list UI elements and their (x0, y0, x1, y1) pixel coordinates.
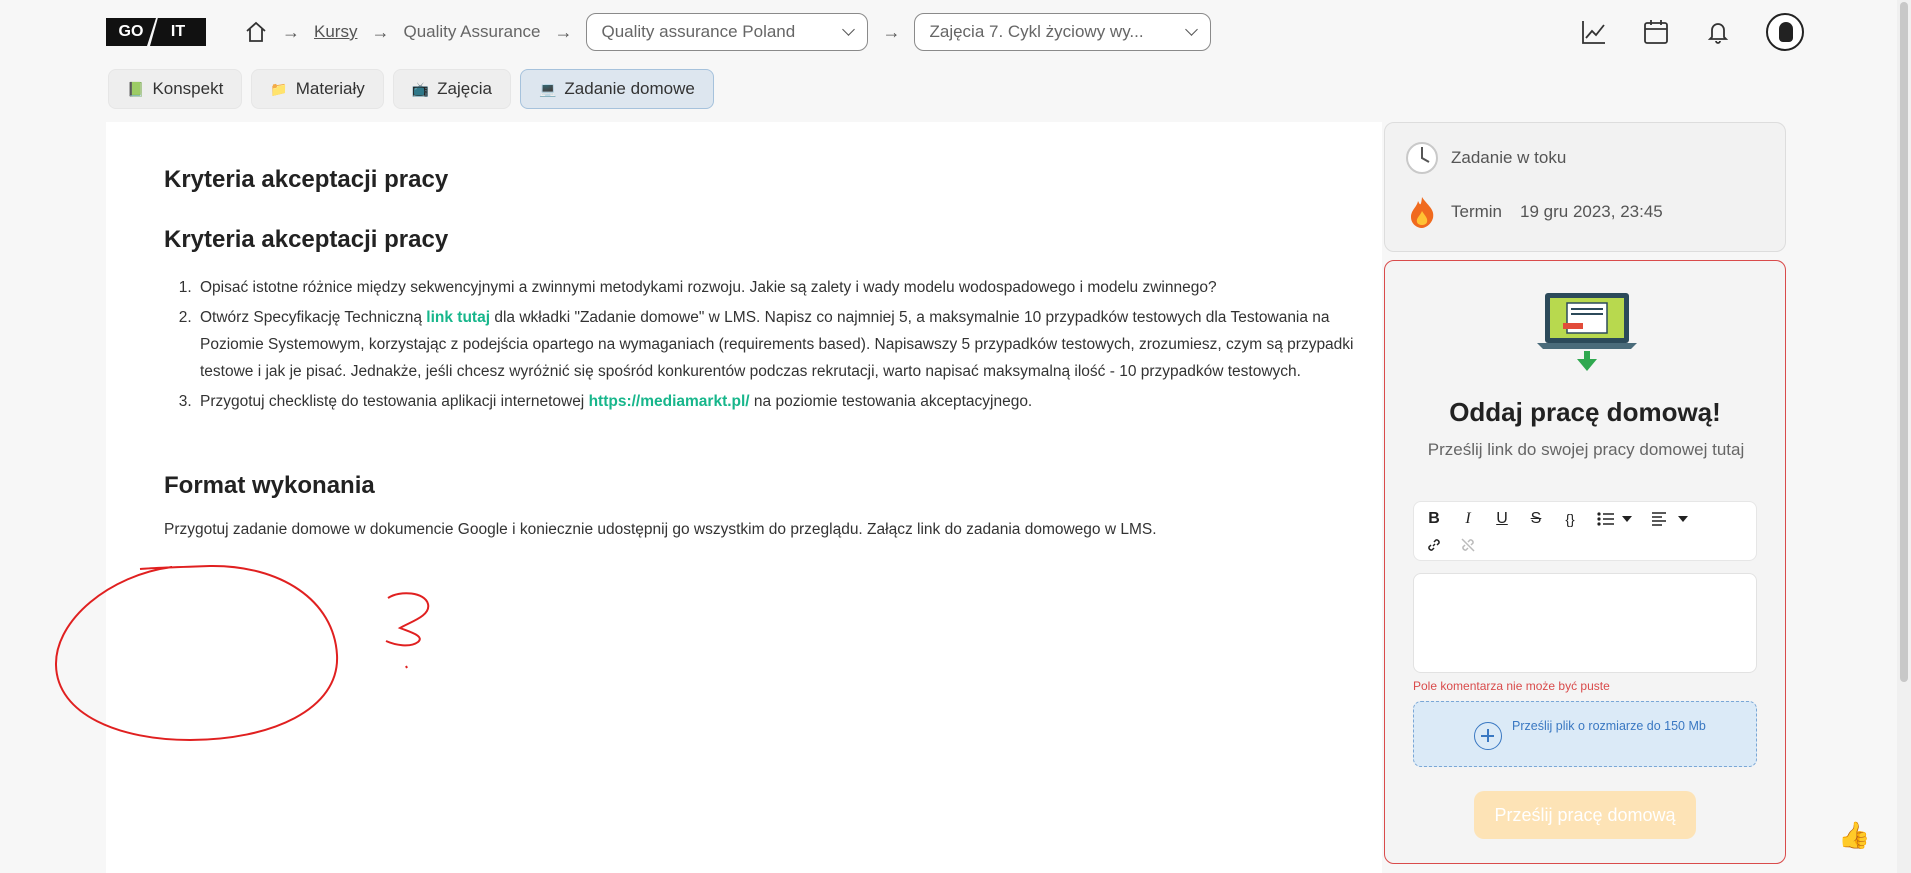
unlink-button[interactable] (1456, 534, 1480, 556)
tab-label: Zajęcia (437, 79, 492, 98)
breadcrumb-arrow-icon: → (882, 21, 901, 42)
bullet-list-dropdown[interactable] (1596, 508, 1636, 530)
thumbs-up-icon[interactable]: 👍 (1838, 820, 1870, 851)
tab-zajecia[interactable]: 📺 Zajęcia (392, 69, 511, 109)
chevron-down-icon (842, 23, 856, 36)
breadcrumb-arrow-icon: → (282, 21, 300, 42)
header-icons (1580, 13, 1804, 51)
tab-zadanie-domowe[interactable]: 💻 Zadanie domowe (519, 69, 714, 109)
breadcrumb-courses-link[interactable]: Kursy (314, 22, 357, 42)
page-scrollbar[interactable] (1897, 0, 1911, 873)
breadcrumb-program: Quality Assurance (403, 22, 541, 41)
logo-part-it: IT (150, 18, 206, 46)
breadcrumb-arrow-icon: → (371, 21, 390, 42)
deadline-value: 19 gru 2023, 23:45 (1520, 202, 1663, 221)
italic-button[interactable]: I (1456, 508, 1480, 530)
status-text: Zadanie w toku (1451, 148, 1567, 167)
page-title: Kryteria akceptacji pracy (164, 166, 449, 193)
fire-icon (1411, 197, 1434, 228)
align-left-icon (1652, 512, 1688, 526)
list-item-text: Opisać istotne różnice między sekwencyjn… (200, 279, 1217, 296)
status-row: Zadanie w toku (1405, 141, 1566, 175)
bell-icon[interactable] (1704, 18, 1732, 46)
list-icon (1597, 512, 1632, 526)
unlink-icon (1461, 538, 1475, 552)
avatar[interactable] (1766, 13, 1804, 51)
format-text: Przygotuj zadanie domowe w dokumencie Go… (164, 521, 1157, 538)
tab-label: Zadanie domowe (564, 79, 695, 98)
list-item-text: Przygotuj checklistę do testowania aplik… (200, 393, 589, 410)
deadline-row: Termin 19 gru 2023, 23:45 (1405, 195, 1663, 229)
breadcrumb-arrow-icon: → (554, 21, 573, 42)
bold-button[interactable]: B (1422, 508, 1446, 530)
clock-icon (1406, 142, 1438, 174)
list-item: Otwórz Specyfikację Techniczną link tuta… (196, 304, 1366, 385)
mediamarkt-link[interactable]: https://mediamarkt.pl/ (589, 393, 750, 410)
homework-subtitle: Prześlij link do swojej pracy domowej tu… (1427, 440, 1745, 459)
list-item-text: na poziomie testowania akceptacyjnego. (749, 393, 1033, 410)
spec-link[interactable]: link tutaj (426, 309, 490, 326)
tv-icon: 📺 (411, 80, 430, 97)
tab-konspekt[interactable]: 📗 Konspekt (108, 69, 243, 109)
group-select[interactable]: Quality assurance Poland (586, 13, 869, 51)
top-bar: GO IT → Kursy → Quality Assurance → Qual… (0, 0, 1897, 62)
code-button[interactable]: {} (1558, 508, 1582, 530)
plus-circle-icon (1474, 722, 1502, 750)
logo-part-go: GO (106, 18, 156, 46)
section-heading: Format wykonania (164, 472, 375, 499)
editor-toolbar: B I U S {} (1413, 501, 1757, 561)
error-message: Pole komentarza nie może być puste (1413, 679, 1610, 693)
tab-label: Materiały (295, 79, 365, 98)
list-item-text: Otwórz Specyfikację Techniczną (200, 309, 427, 326)
laptop-download-icon (1537, 293, 1637, 371)
section-heading: Kryteria akceptacji pracy (164, 226, 449, 253)
group-select-value: Quality assurance Poland (601, 22, 796, 41)
book-icon: 📗 (127, 80, 145, 97)
tab-label: Konspekt (152, 79, 224, 98)
list-item: Opisać istotne różnice między sekwencyjn… (196, 274, 1366, 301)
homework-description: Kryteria akceptacji pracy Kryteria akcep… (106, 122, 1382, 873)
link-icon (1428, 539, 1440, 551)
lesson-select[interactable]: Zajęcia 7. Cykl życiowy wy... (914, 13, 1212, 51)
calendar-icon[interactable] (1642, 18, 1670, 46)
tab-materialy[interactable]: 📁 Materiały (251, 69, 384, 109)
underline-button[interactable]: U (1490, 508, 1514, 530)
folder-icon: 📁 (270, 80, 288, 97)
align-dropdown[interactable] (1650, 508, 1692, 530)
list-item: Przygotuj checklistę do testowania aplik… (196, 388, 1366, 415)
homework-link-input[interactable] (1413, 573, 1757, 673)
chart-icon[interactable] (1580, 18, 1608, 46)
goit-logo[interactable]: GO IT (106, 18, 206, 46)
lesson-tabs: 📗 Konspekt 📁 Materiały 📺 Zajęcia 💻 Zadan… (108, 69, 714, 109)
link-button[interactable] (1422, 534, 1446, 556)
homework-submit-card: Oddaj pracę domową! Prześlij link do swo… (1384, 260, 1786, 864)
submit-homework-button[interactable]: Prześlij pracę domową (1474, 791, 1696, 839)
chevron-down-icon (1185, 23, 1199, 36)
upload-text: Prześlij plik o rozmiarze do 150 Mb (1512, 719, 1706, 733)
deadline-label: Termin (1451, 202, 1503, 221)
criteria-list: Opisać istotne różnice między sekwencyjn… (196, 274, 1366, 418)
strikethrough-button[interactable]: S (1524, 508, 1548, 530)
scrollbar-thumb[interactable] (1900, 2, 1908, 682)
file-upload-dropzone[interactable]: Prześlij plik o rozmiarze do 150 Mb (1413, 701, 1757, 767)
status-card: Zadanie w toku Termin 19 gru 2023, 23:45 (1384, 122, 1786, 252)
laptop-icon: 💻 (538, 80, 557, 97)
lesson-select-value: Zajęcia 7. Cykl życiowy wy... (929, 22, 1144, 41)
homework-title: Oddaj pracę domową! (1449, 397, 1721, 427)
breadcrumb: → Kursy → Quality Assurance → Quality as… (244, 12, 1212, 52)
home-icon[interactable] (244, 20, 268, 44)
